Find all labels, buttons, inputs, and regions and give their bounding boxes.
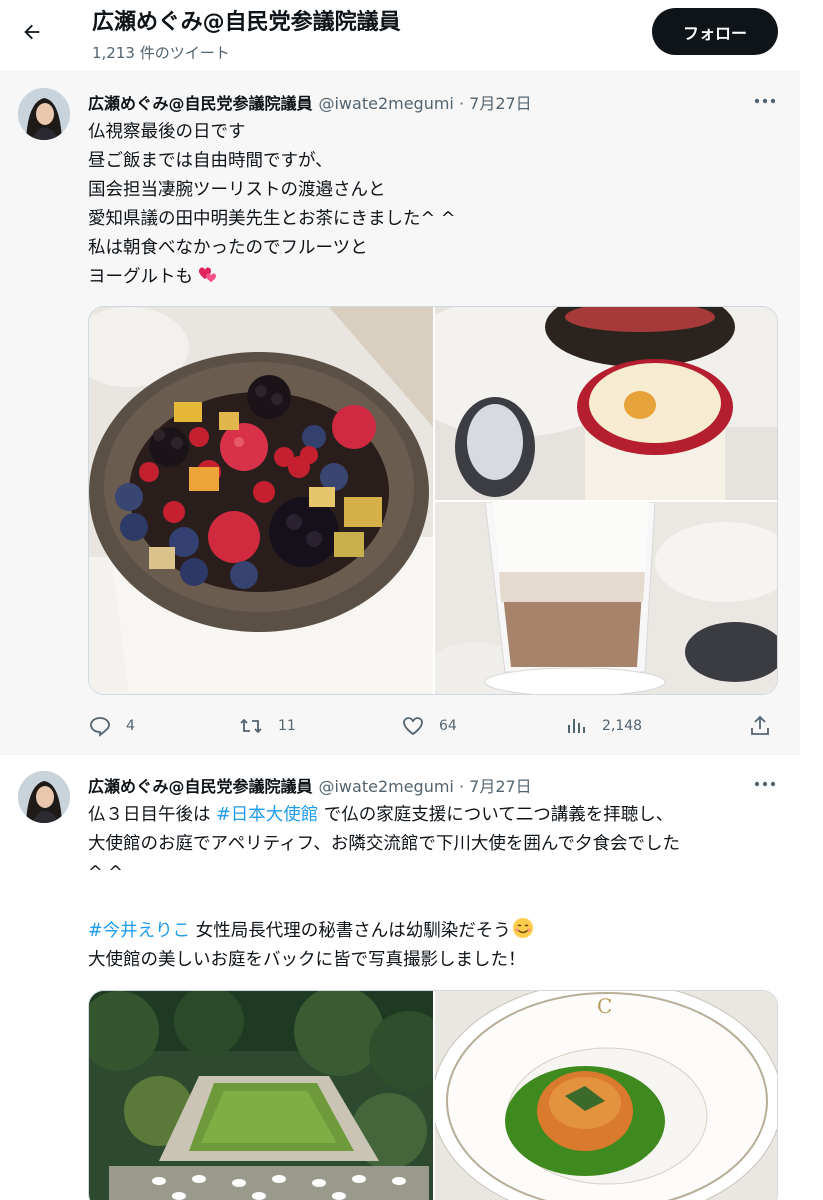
- more-button[interactable]: [752, 773, 778, 795]
- follow-button[interactable]: フォロー: [652, 8, 778, 55]
- author-name[interactable]: 広瀬めぐみ@自民党参議院議員: [88, 773, 312, 797]
- two-hearts-emoji-icon: [199, 267, 216, 282]
- tweet-line: 私は朝食べなかったのでフルーツと: [88, 238, 368, 258]
- author-name[interactable]: 広瀬めぐみ@自民党参議院議員: [88, 90, 312, 114]
- tweet-actions: 4 11 64 2,148: [88, 712, 778, 740]
- text-span: 女性局長代理の秘書さんは幼馴染だそう: [190, 921, 511, 941]
- share-button[interactable]: [748, 712, 786, 740]
- tweet-line: ^ ^: [88, 863, 123, 883]
- media-grid: C: [88, 990, 778, 1200]
- retweet-button[interactable]: 11: [238, 712, 296, 740]
- media-grid: [88, 306, 778, 695]
- reply-button[interactable]: 4: [88, 712, 135, 740]
- reply-count: 4: [126, 718, 135, 734]
- media-photo-garden[interactable]: [89, 991, 433, 1200]
- avatar-image: [18, 771, 70, 823]
- tweet-line: 大使館の美しいお庭をバックに皆で写真撮影しました！: [88, 950, 526, 970]
- tweet-count: 1,213 件のツイート: [92, 44, 230, 62]
- arrow-left-icon: [24, 24, 40, 40]
- tweet[interactable]: 広瀬めぐみ@自民党参議院議員 @iwate2megumi · 7月27日 仏視察…: [0, 72, 800, 755]
- tweet-line: 国会担当凄腕ツーリストの渡邉さんと: [88, 180, 386, 200]
- avatar[interactable]: [18, 88, 70, 140]
- reply-icon: [90, 717, 110, 737]
- like-button[interactable]: 64: [401, 712, 457, 740]
- svg-text:C: C: [597, 994, 612, 1018]
- more-icon: [754, 98, 776, 104]
- tweet-line: 昼ご飯までは自由時間ですが、: [88, 151, 333, 171]
- text-span: 仏３日目午後は: [88, 805, 217, 825]
- hashtag-link[interactable]: #今井えりこ: [88, 921, 190, 941]
- share-icon: [751, 715, 769, 735]
- hashtag-link[interactable]: #日本大使館: [216, 805, 318, 825]
- handle-date[interactable]: @iwate2megumi · 7月27日: [318, 773, 531, 797]
- tweet-line: #今井えりこ 女性局長代理の秘書さんは幼馴染だそう: [88, 917, 788, 946]
- tweet-line: 大使館のお庭でアペリティフ、お隣交流館で下川大使を囲んで夕食会でした: [88, 834, 681, 854]
- handle-date[interactable]: @iwate2megumi · 7月27日: [318, 90, 531, 114]
- retweet-count: 11: [278, 718, 296, 734]
- media-photo-fruit-bowl[interactable]: [89, 307, 433, 694]
- tweet-line: 仏３日目午後は #日本大使館 で仏の家庭支援について二つ講義を拝聴し、: [88, 801, 788, 830]
- tweet-line: 愛知県議の田中明美先生とお茶にきました^ ^: [88, 209, 456, 229]
- avatar-image: [18, 88, 70, 140]
- tweet-line: ヨーグルトも: [88, 267, 193, 287]
- more-icon: [754, 781, 776, 787]
- media-photo-yogurt[interactable]: [435, 307, 777, 500]
- tweet-header: 広瀬めぐみ@自民党参議院議員 @iwate2megumi · 7月27日: [88, 773, 532, 797]
- text-span: で仏の家庭支援について二つ講義を拝聴し、: [318, 805, 674, 825]
- retweet-icon: [240, 718, 262, 734]
- more-button[interactable]: [752, 90, 778, 112]
- profile-title: 広瀬めぐみ@自民党参議院議員: [92, 10, 401, 35]
- like-count: 64: [439, 718, 457, 734]
- views-button[interactable]: 2,148: [564, 712, 642, 740]
- tweet[interactable]: 広瀬めぐみ@自民党参議院議員 @iwate2megumi · 7月27日 仏３日…: [0, 755, 800, 1200]
- tweet-line: 仏視察最後の日です: [88, 122, 246, 142]
- tweet-text: 仏視察最後の日です 昼ご飯までは自由時間ですが、 国会担当凄腕ツーリストの渡邉さ…: [88, 118, 788, 292]
- media-photo-soup-plate[interactable]: C: [435, 991, 777, 1200]
- smiling-face-emoji-icon: [512, 918, 533, 938]
- media-photo-latte[interactable]: [435, 502, 777, 694]
- tweet-text: 仏３日目午後は #日本大使館 で仏の家庭支援について二つ講義を拝聴し、 大使館の…: [88, 801, 788, 975]
- views-icon: [568, 719, 585, 733]
- avatar[interactable]: [18, 771, 70, 823]
- heart-icon: [403, 717, 423, 736]
- profile-header: 広瀬めぐみ@自民党参議院議員 1,213 件のツイート フォロー: [0, 0, 800, 72]
- tweet-header: 広瀬めぐみ@自民党参議院議員 @iwate2megumi · 7月27日: [88, 90, 532, 114]
- back-button[interactable]: [14, 14, 50, 50]
- view-count: 2,148: [602, 718, 643, 734]
- tweet-line-last: ヨーグルトも: [88, 263, 788, 292]
